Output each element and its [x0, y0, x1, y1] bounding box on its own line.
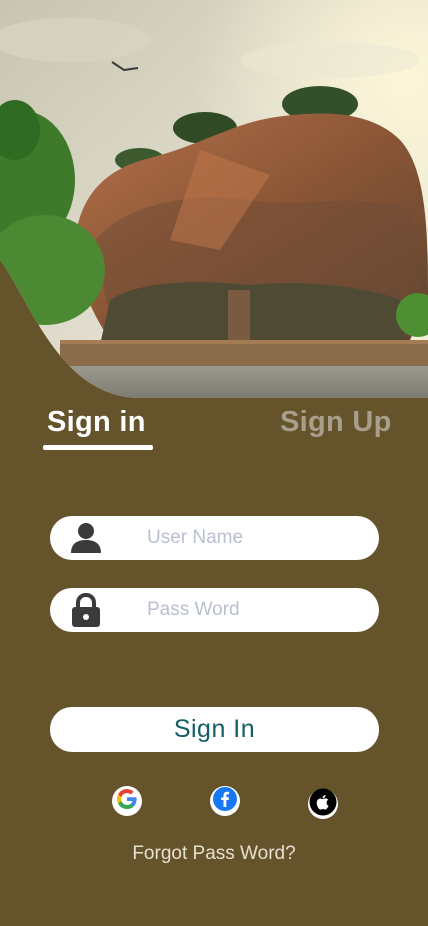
facebook-login-button[interactable] [210, 786, 240, 816]
active-tab-indicator [43, 445, 153, 450]
apple-icon [309, 788, 337, 821]
facebook-icon [212, 786, 238, 817]
lock-icon [70, 592, 102, 627]
sign-in-button[interactable]: Sign In [50, 707, 379, 752]
user-icon [70, 521, 102, 555]
google-login-button[interactable] [112, 786, 142, 816]
username-input[interactable] [147, 516, 367, 560]
username-field[interactable] [50, 516, 379, 560]
hero-image [0, 0, 428, 398]
tab-sign-in[interactable]: Sign in [47, 406, 146, 439]
google-icon [115, 787, 139, 816]
apple-login-button[interactable] [308, 788, 338, 821]
forgot-password-link[interactable]: Forgot Pass Word? [0, 843, 428, 865]
password-input[interactable] [147, 588, 367, 632]
auth-tabs: Sign in Sign Up [0, 404, 428, 454]
tab-sign-up[interactable]: Sign Up [280, 406, 392, 439]
password-field[interactable] [50, 588, 379, 632]
